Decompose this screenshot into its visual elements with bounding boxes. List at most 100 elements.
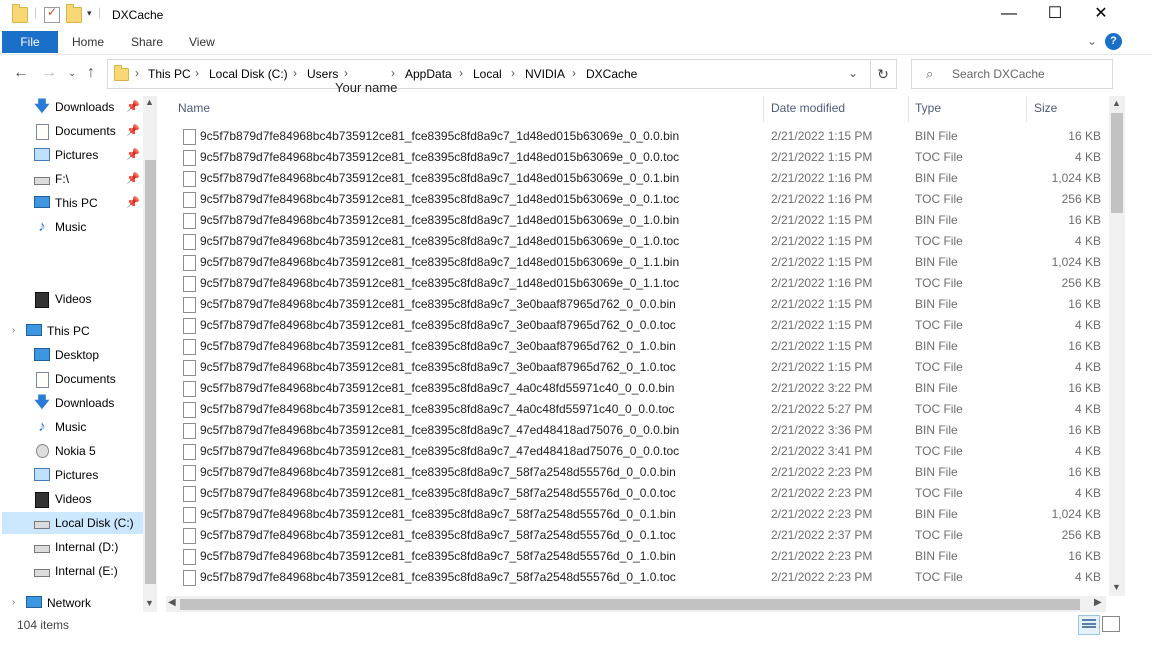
sidebar-item-music-quick[interactable]: ♪ Music bbox=[0, 216, 140, 238]
file-size: 1,024 KB bbox=[1051, 171, 1101, 185]
table-row[interactable]: 9c5f7b879d7fe84968bc4b735912ce81_fce8395… bbox=[166, 336, 1110, 357]
table-row[interactable]: 9c5f7b879d7fe84968bc4b735912ce81_fce8395… bbox=[166, 483, 1110, 504]
file-name: 9c5f7b879d7fe84968bc4b735912ce81_fce8395… bbox=[200, 318, 676, 332]
table-row[interactable]: 9c5f7b879d7fe84968bc4b735912ce81_fce8395… bbox=[166, 210, 1110, 231]
scroll-down-icon[interactable]: ▼ bbox=[1112, 582, 1121, 592]
back-arrow-icon[interactable]: ← bbox=[13, 64, 29, 82]
tab-file[interactable]: File bbox=[2, 31, 58, 53]
new-folder-icon[interactable] bbox=[66, 4, 82, 23]
scroll-left-icon[interactable]: ◀ bbox=[168, 597, 176, 608]
up-arrow-icon[interactable]: ↑ bbox=[87, 64, 95, 82]
customize-qat-icon[interactable]: ▾ bbox=[87, 8, 92, 19]
table-row[interactable]: 9c5f7b879d7fe84968bc4b735912ce81_fce8395… bbox=[166, 168, 1110, 189]
sidebar-item-music-pc[interactable]: ♪ Music bbox=[0, 416, 140, 438]
file-type: TOC File bbox=[915, 528, 963, 542]
sidebar-item-documents[interactable]: Documents 📌 bbox=[0, 120, 140, 142]
sidebar-scrollbar-thumb[interactable] bbox=[145, 160, 156, 584]
tab-home[interactable]: Home bbox=[72, 31, 104, 53]
file-icon bbox=[183, 549, 196, 565]
column-divider[interactable] bbox=[1026, 96, 1027, 122]
scroll-up-icon[interactable]: ▲ bbox=[145, 97, 154, 107]
table-row[interactable]: 9c5f7b879d7fe84968bc4b735912ce81_fce8395… bbox=[166, 525, 1110, 546]
table-row[interactable]: 9c5f7b879d7fe84968bc4b735912ce81_fce8395… bbox=[166, 504, 1110, 525]
sidebar-item-network[interactable]: › Network bbox=[0, 592, 140, 614]
table-row[interactable]: 9c5f7b879d7fe84968bc4b735912ce81_fce8395… bbox=[166, 441, 1110, 462]
column-header-name[interactable]: Name bbox=[178, 101, 210, 115]
breadcrumb-appdata[interactable]: AppData bbox=[405, 67, 452, 81]
breadcrumb-nvidia[interactable]: NVIDIA bbox=[525, 67, 565, 81]
sidebar-item-internal-d[interactable]: Internal (D:) bbox=[0, 536, 140, 558]
scroll-right-icon[interactable]: ▶ bbox=[1094, 597, 1102, 608]
sidebar-item-pictures-pc[interactable]: Pictures bbox=[0, 464, 140, 486]
large-icons-view-icon[interactable] bbox=[1102, 616, 1120, 632]
table-row[interactable]: 9c5f7b879d7fe84968bc4b735912ce81_fce8395… bbox=[166, 315, 1110, 336]
file-list-scrollbar-thumb[interactable] bbox=[1111, 113, 1123, 213]
column-header-size[interactable]: Size bbox=[1034, 101, 1057, 115]
sidebar-item-local-disk-c[interactable]: Local Disk (C:) bbox=[2, 512, 143, 534]
file-size: 4 KB bbox=[1074, 570, 1101, 584]
table-row[interactable]: 9c5f7b879d7fe84968bc4b735912ce81_fce8395… bbox=[166, 357, 1110, 378]
sidebar-item-documents-pc[interactable]: Documents bbox=[0, 368, 140, 390]
file-icon bbox=[183, 444, 196, 460]
address-bar[interactable]: › This PC › Local Disk (C:) › Users › › … bbox=[107, 59, 871, 89]
sidebar-item-downloads-pc[interactable]: 🡇 Downloads bbox=[0, 392, 140, 414]
sidebar-item-videos-quick[interactable]: Videos bbox=[0, 288, 140, 310]
sidebar-item-this-pc[interactable]: › This PC bbox=[0, 320, 140, 342]
sidebar-item-nokia5[interactable]: Nokia 5 bbox=[0, 440, 140, 462]
chevron-right-icon[interactable]: › bbox=[12, 320, 15, 342]
tab-view[interactable]: View bbox=[189, 31, 215, 53]
table-row[interactable]: 9c5f7b879d7fe84968bc4b735912ce81_fce8395… bbox=[166, 294, 1110, 315]
table-row[interactable]: 9c5f7b879d7fe84968bc4b735912ce81_fce8395… bbox=[166, 420, 1110, 441]
breadcrumb-users[interactable]: Users bbox=[307, 67, 338, 81]
table-row[interactable]: 9c5f7b879d7fe84968bc4b735912ce81_fce8395… bbox=[166, 126, 1110, 147]
horizontal-scrollbar-thumb[interactable] bbox=[180, 599, 1080, 610]
details-view-icon[interactable] bbox=[1078, 615, 1100, 635]
scroll-up-icon[interactable]: ▲ bbox=[1112, 98, 1121, 108]
scroll-down-icon[interactable]: ▼ bbox=[145, 598, 154, 608]
refresh-icon[interactable]: ↻ bbox=[870, 59, 897, 89]
breadcrumb-local-disk[interactable]: Local Disk (C:) bbox=[209, 67, 288, 81]
table-row[interactable]: 9c5f7b879d7fe84968bc4b735912ce81_fce8395… bbox=[166, 252, 1110, 273]
close-button[interactable]: ✕ bbox=[1078, 0, 1124, 30]
column-header-date[interactable]: Date modified bbox=[771, 101, 845, 115]
breadcrumb-dxcache[interactable]: DXCache bbox=[586, 67, 637, 81]
sidebar-item-videos-pc[interactable]: Videos bbox=[0, 488, 140, 510]
expand-ribbon-icon[interactable]: ⌄ bbox=[1087, 34, 1097, 48]
search-input[interactable]: ⌕ Search DXCache bbox=[911, 59, 1113, 89]
properties-icon[interactable]: ✓ bbox=[44, 5, 60, 23]
minimize-button[interactable]: — bbox=[986, 0, 1032, 30]
table-row[interactable]: 9c5f7b879d7fe84968bc4b735912ce81_fce8395… bbox=[166, 189, 1110, 210]
address-dropdown-icon[interactable]: ⌄ bbox=[848, 66, 858, 80]
column-header-type[interactable]: Type bbox=[915, 101, 941, 115]
sidebar-item-pictures[interactable]: Pictures 📌 bbox=[0, 144, 140, 166]
help-icon[interactable]: ? bbox=[1105, 33, 1122, 50]
table-row[interactable]: 9c5f7b879d7fe84968bc4b735912ce81_fce8395… bbox=[166, 462, 1110, 483]
forward-arrow-icon[interactable]: → bbox=[41, 64, 57, 82]
table-row[interactable]: 9c5f7b879d7fe84968bc4b735912ce81_fce8395… bbox=[166, 273, 1110, 294]
sidebar-item-this-pc-quick[interactable]: This PC 📌 bbox=[0, 192, 140, 214]
table-row[interactable]: 9c5f7b879d7fe84968bc4b735912ce81_fce8395… bbox=[166, 147, 1110, 168]
pin-icon[interactable]: 📌 bbox=[126, 144, 140, 166]
sidebar-item-desktop[interactable]: Desktop bbox=[0, 344, 140, 366]
table-row[interactable]: 9c5f7b879d7fe84968bc4b735912ce81_fce8395… bbox=[166, 231, 1110, 252]
sidebar-item-downloads[interactable]: 🡇 Downloads 📌 bbox=[0, 96, 140, 118]
pin-icon[interactable]: 📌 bbox=[126, 96, 140, 118]
breadcrumb-local[interactable]: Local bbox=[473, 67, 502, 81]
pin-icon[interactable]: 📌 bbox=[126, 120, 140, 142]
table-row[interactable]: 9c5f7b879d7fe84968bc4b735912ce81_fce8395… bbox=[166, 546, 1110, 567]
chevron-right-icon[interactable]: › bbox=[12, 592, 15, 614]
table-row[interactable]: 9c5f7b879d7fe84968bc4b735912ce81_fce8395… bbox=[166, 378, 1110, 399]
file-type: BIN File bbox=[915, 507, 958, 521]
table-row[interactable]: 9c5f7b879d7fe84968bc4b735912ce81_fce8395… bbox=[166, 567, 1110, 588]
tab-share[interactable]: Share bbox=[131, 31, 163, 53]
maximize-button[interactable]: ☐ bbox=[1032, 0, 1078, 30]
breadcrumb-this-pc[interactable]: This PC bbox=[148, 67, 191, 81]
pin-icon[interactable]: 📌 bbox=[126, 192, 140, 214]
recent-locations-icon[interactable]: ⌄ bbox=[68, 68, 76, 79]
sidebar-item-f-drive[interactable]: F:\ 📌 bbox=[0, 168, 140, 190]
column-divider[interactable] bbox=[908, 96, 909, 122]
pin-icon[interactable]: 📌 bbox=[126, 168, 140, 190]
column-divider[interactable] bbox=[763, 96, 764, 122]
table-row[interactable]: 9c5f7b879d7fe84968bc4b735912ce81_fce8395… bbox=[166, 399, 1110, 420]
sidebar-item-internal-e[interactable]: Internal (E:) bbox=[0, 560, 140, 582]
